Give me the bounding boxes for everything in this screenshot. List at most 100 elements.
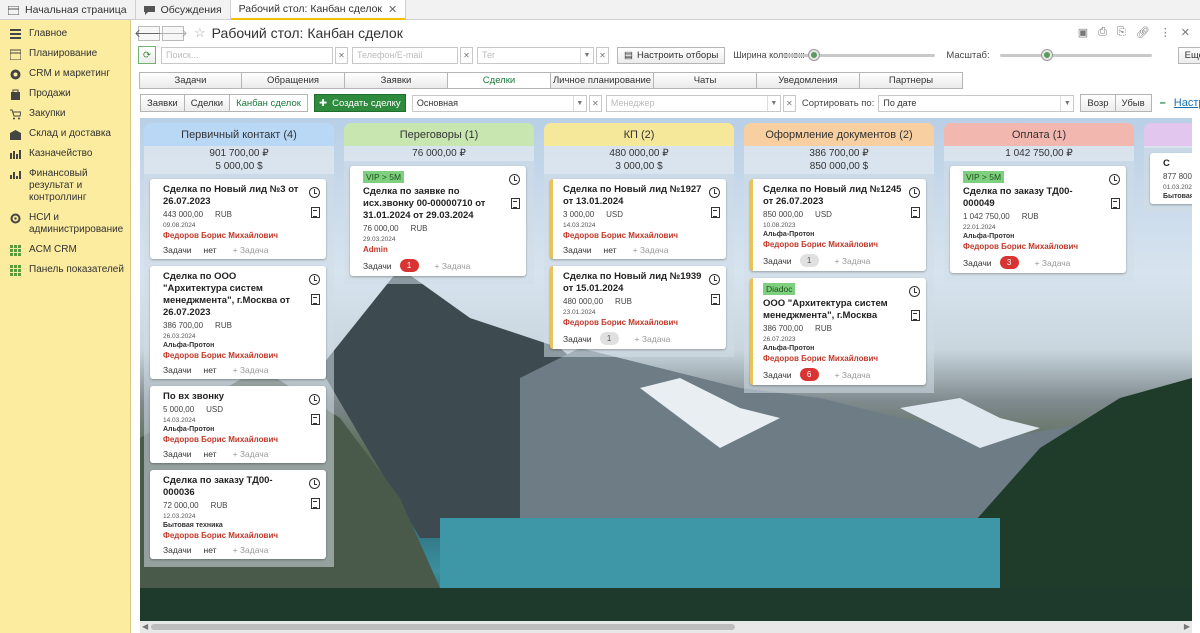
deal-title[interactable]: Сделка по Новый лид №3 от 26.07.2023 — [163, 184, 320, 208]
column-header[interactable]: Оплата (1) — [944, 123, 1134, 146]
deal-card[interactable]: С 877 800,00 01.03.2024 Бытовая — [1150, 153, 1192, 204]
tab-discussions[interactable]: Обсуждения — [136, 0, 231, 20]
sort-asc-button[interactable]: Возр — [1080, 94, 1116, 112]
favorite-star-icon[interactable]: ☆ — [194, 25, 206, 41]
add-task-link[interactable]: + Задача — [233, 245, 269, 255]
deal-card[interactable]: Сделка по Новый лид №3 от 26.07.2023 443 … — [150, 179, 326, 259]
manager-select[interactable]: Менеджер ▼ — [605, 94, 781, 112]
sidebar-item-dashboard[interactable]: Панель показателей — [0, 260, 130, 280]
forward-button[interactable]: 🡒 — [158, 25, 188, 41]
deal-card[interactable]: Сделка по ООО "Архитектура систем менедж… — [150, 266, 326, 379]
history-icon[interactable] — [309, 478, 320, 489]
scroll-right-icon[interactable]: ▶ — [1184, 622, 1190, 631]
clear-tag-button[interactable]: ✕ — [596, 46, 609, 64]
view-kanban-button[interactable]: Канбан сделок — [230, 94, 308, 112]
tab-kanban[interactable]: Рабочий стол: Канбан сделок ✕ — [230, 0, 407, 20]
horizontal-scrollbar[interactable]: ◀ ▶ — [140, 621, 1192, 633]
deal-manager[interactable]: Федоров Борис Михайлович — [763, 240, 920, 249]
tab-applications[interactable]: Заявки — [345, 72, 448, 89]
tab-personal-planning[interactable]: Личное планирование — [551, 72, 654, 89]
column-header[interactable]: Первичный контакт (4) — [144, 123, 334, 146]
deal-title[interactable]: Сделка по Новый лид №1939 от 15.01.2024 — [563, 271, 720, 295]
sort-desc-button[interactable]: Убыв — [1115, 94, 1152, 112]
pipeline-select[interactable]: Основная ▼ — [411, 94, 587, 112]
tasks-badge[interactable]: 3 — [999, 256, 1019, 269]
document-icon[interactable] — [311, 498, 320, 509]
clear-phone-button[interactable]: ✕ — [460, 46, 473, 64]
sidebar-item-purchases[interactable]: Закупки — [0, 104, 130, 124]
deal-card[interactable]: VIP > 5M Сделка по заявке по исх.звонку 0… — [350, 166, 526, 276]
search-input[interactable]: Поиск... — [161, 46, 333, 64]
attach-icon[interactable]: ⎘ — [1117, 26, 1126, 39]
history-icon[interactable] — [909, 286, 920, 297]
tasks-badge[interactable]: 6 — [799, 368, 819, 381]
tab-chats[interactable]: Чаты — [654, 72, 757, 89]
phone-email-input[interactable]: Телефон/E-mail — [352, 46, 458, 64]
deal-manager[interactable]: Admin — [363, 245, 520, 254]
column-header[interactable]: Оформление документов (2) — [744, 123, 934, 146]
history-icon[interactable] — [309, 274, 320, 285]
document-icon[interactable] — [511, 198, 520, 209]
deal-manager[interactable]: Федоров Борис Михайлович — [163, 531, 320, 540]
deal-title[interactable]: ООО "Архитектура систем менеджмента", г.… — [763, 298, 920, 322]
deal-card[interactable]: VIP > 5M Сделка по заказу ТД00-000049 1 04… — [950, 166, 1126, 273]
add-task-link[interactable]: + Задача — [233, 449, 269, 459]
tasks-badge[interactable]: 1 — [799, 254, 819, 267]
deal-manager[interactable]: Федоров Борис Михайлович — [563, 231, 720, 240]
add-task-link[interactable]: + Задача — [633, 245, 669, 255]
back-button[interactable]: 🡐 — [134, 25, 164, 41]
view-applications-button[interactable]: Заявки — [140, 94, 185, 112]
add-task-link[interactable]: + Задача — [835, 370, 871, 380]
document-icon[interactable] — [311, 414, 320, 425]
add-task-link[interactable]: + Задача — [635, 334, 671, 344]
history-icon[interactable] — [509, 174, 520, 185]
sidebar-item-main[interactable]: Главное — [0, 24, 130, 44]
tab-deals[interactable]: Сделки — [448, 72, 551, 89]
tasks-badge[interactable]: 1 — [599, 332, 619, 345]
sidebar-item-finance[interactable]: Финансовый результат и контроллинг — [0, 164, 130, 208]
refresh-button[interactable]: ⟳ — [138, 46, 156, 64]
create-deal-button[interactable]: ✚ Создать сделку — [313, 94, 406, 112]
more-vert-icon[interactable]: ⋮ — [1160, 26, 1171, 39]
column-header[interactable]: КП (2) — [544, 123, 734, 146]
document-icon[interactable] — [711, 294, 720, 305]
close-icon[interactable]: ✕ — [388, 3, 397, 16]
chevron-down-icon[interactable]: ▼ — [766, 95, 780, 111]
deal-manager[interactable]: Федоров Борис Михайлович — [963, 242, 1120, 251]
column-header[interactable] — [1144, 123, 1192, 146]
tab-partners[interactable]: Партнеры — [860, 72, 963, 89]
sidebar-item-admin[interactable]: НСИ и администрирование — [0, 208, 130, 240]
chevron-down-icon[interactable]: ▼ — [572, 95, 586, 111]
history-icon[interactable] — [709, 187, 720, 198]
sidebar-item-planning[interactable]: Планирование — [0, 44, 130, 64]
deal-title[interactable]: Сделка по ООО "Архитектура систем менедж… — [163, 271, 320, 319]
deal-manager[interactable]: Федоров Борис Михайлович — [163, 231, 320, 240]
sidebar-item-sales[interactable]: Продажи — [0, 84, 130, 104]
clear-pipeline-button[interactable]: ✕ — [588, 94, 602, 112]
deal-manager[interactable]: Федоров Борис Михайлович — [163, 351, 320, 360]
deal-title[interactable]: Сделка по Новый лид №1927 от 13.01.2024 — [563, 184, 720, 208]
tab-home[interactable]: Начальная страница — [0, 0, 136, 20]
add-task-link[interactable]: + Задача — [835, 256, 871, 266]
history-icon[interactable] — [309, 394, 320, 405]
link-icon[interactable]: 🔗︎ — [1136, 26, 1150, 39]
document-icon[interactable] — [911, 310, 920, 321]
add-task-link[interactable]: + Задача — [435, 261, 471, 271]
sidebar-item-crm[interactable]: CRM и маркетинг — [0, 64, 130, 84]
deal-title[interactable]: С — [1163, 158, 1192, 170]
chevron-down-icon[interactable]: ▼ — [580, 47, 593, 63]
scale-slider[interactable] — [999, 49, 1152, 60]
history-icon[interactable] — [309, 187, 320, 198]
deal-title[interactable]: Сделка по заказу ТД00-000049 — [963, 186, 1120, 210]
deal-card[interactable]: Сделка по Новый лид №1245 от 26.07.2023 8… — [750, 179, 926, 271]
deal-manager[interactable]: Федоров Борис Михайлович — [563, 318, 720, 327]
scroll-left-icon[interactable]: ◀ — [142, 622, 148, 631]
close-icon[interactable]: ✕ — [1181, 26, 1190, 39]
deal-title[interactable]: По вх звонку — [163, 391, 320, 403]
document-icon[interactable] — [311, 207, 320, 218]
sidebar-item-warehouse[interactable]: Склад и доставка — [0, 124, 130, 144]
deal-manager[interactable]: Федоров Борис Михайлович — [763, 354, 920, 363]
sidebar-item-treasury[interactable]: Казначейство — [0, 144, 130, 164]
history-icon[interactable] — [1109, 174, 1120, 185]
sort-select[interactable]: По дате ▼ — [878, 94, 1075, 112]
